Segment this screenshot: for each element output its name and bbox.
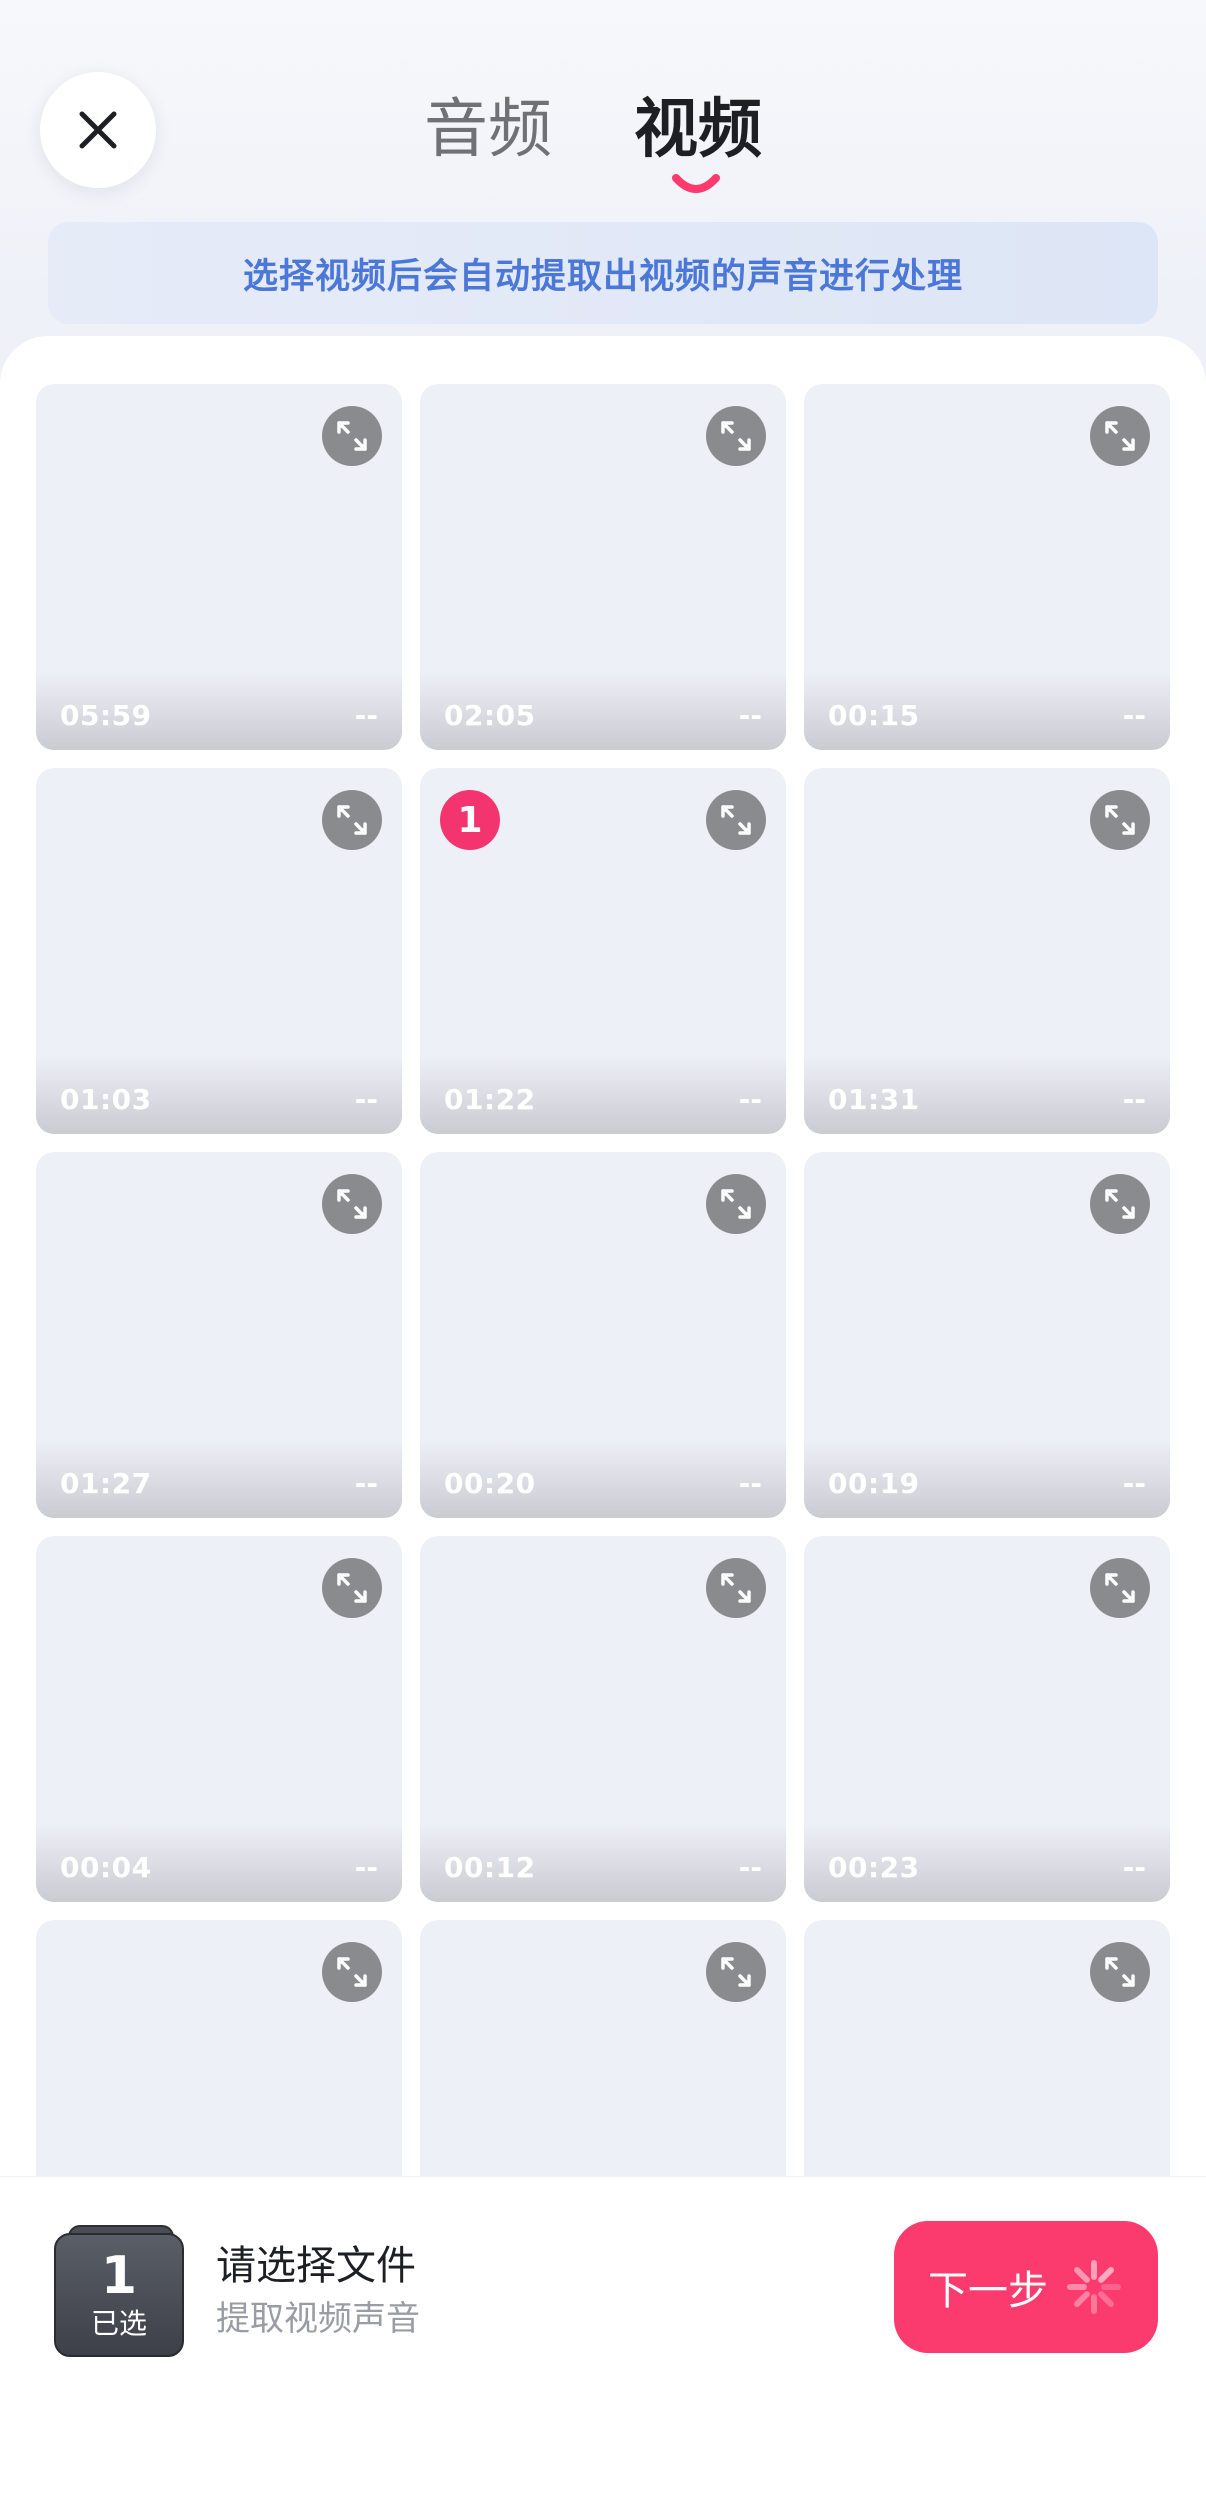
video-duration: 00:12 [444,1851,536,1884]
video-duration: 00:04 [60,1851,152,1884]
video-size: -- [1122,1083,1146,1116]
expand-preview-button[interactable] [322,790,382,850]
video-tile[interactable]: 00:12 -- [420,1536,786,1902]
video-grid-panel: 05:59 -- 02:05 -- 00:15 -- 01:03 -- 01:22 -- 1 01:3… [0,336,1206,2176]
hint-banner: 选择视频后会自动提取出视频的声音进行处理 [48,222,1158,324]
expand-icon [335,1187,369,1221]
expand-preview-button[interactable] [322,406,382,466]
expand-icon [335,1955,369,1989]
expand-icon [719,419,753,453]
expand-icon [1103,1571,1137,1605]
video-tile[interactable]: 00:15 -- [804,384,1170,750]
video-tile[interactable]: 05:59 -- [36,384,402,750]
video-tile[interactable]: 00:04 -- [36,1536,402,1902]
expand-icon [335,803,369,837]
expand-preview-button[interactable] [706,406,766,466]
video-tile[interactable] [804,1920,1170,2176]
video-size: -- [738,1467,762,1500]
video-tile[interactable]: 01:22 -- 1 [420,768,786,1134]
next-step-button[interactable]: 下一步 [894,2221,1158,2353]
tab-video[interactable]: 视频 [634,90,762,170]
video-tile[interactable] [36,1920,402,2176]
bottom-subtitle: 提取视频声音 [216,2299,420,2339]
video-size: -- [354,1083,378,1116]
video-size: -- [738,699,762,732]
video-size: -- [354,699,378,732]
expand-icon [719,1571,753,1605]
expand-icon [1103,419,1137,453]
expand-preview-button[interactable] [1090,1174,1150,1234]
video-tile[interactable]: 00:19 -- [804,1152,1170,1518]
video-duration: 00:15 [828,699,920,732]
video-tile[interactable]: 01:31 -- [804,768,1170,1134]
active-tab-indicator [672,174,720,193]
video-tile[interactable]: 02:05 -- [420,384,786,750]
video-duration: 01:31 [828,1083,920,1116]
selected-label: 已选 [90,2307,147,2340]
selected-count-box[interactable]: 1 已选 [54,2225,184,2357]
stack-front-card: 1 已选 [54,2233,184,2357]
video-tile[interactable] [420,1920,786,2176]
expand-icon [1103,1955,1137,1989]
video-duration: 00:23 [828,1851,920,1884]
bottom-title: 请选择文件 [216,2243,416,2289]
video-size: -- [354,1467,378,1500]
expand-icon [719,1955,753,1989]
video-size: -- [1122,1467,1146,1500]
expand-preview-button[interactable] [706,1174,766,1234]
video-duration: 01:03 [60,1083,152,1116]
video-tile[interactable]: 01:03 -- [36,768,402,1134]
expand-preview-button[interactable] [322,1942,382,2002]
expand-icon [1103,803,1137,837]
video-tile[interactable]: 00:23 -- [804,1536,1170,1902]
video-size: -- [1122,1851,1146,1884]
media-type-tabs: 音频 视频 [0,90,1206,200]
video-size: -- [738,1083,762,1116]
expand-preview-button[interactable] [322,1558,382,1618]
expand-icon [335,419,369,453]
loading-spinner-icon [1067,2260,1121,2314]
video-duration: 01:27 [60,1467,152,1500]
next-step-label: 下一步 [928,2268,1048,2314]
selection-badge[interactable]: 1 [440,790,500,850]
expand-icon [335,1571,369,1605]
video-size: -- [738,1851,762,1884]
video-tile[interactable]: 00:20 -- [420,1152,786,1518]
bottom-bar: 1 已选 请选择文件 提取视频声音 下一步 [0,2176,1206,2497]
selected-count: 1 [100,2246,138,2306]
video-size: -- [354,1851,378,1884]
expand-preview-button[interactable] [1090,1558,1150,1618]
expand-icon [719,1187,753,1221]
expand-preview-button[interactable] [1090,790,1150,850]
video-grid: 05:59 -- 02:05 -- 00:15 -- 01:03 -- 01:22 -- 1 01:3… [36,384,1170,2176]
expand-preview-button[interactable] [1090,1942,1150,2002]
video-duration: 01:22 [444,1083,536,1116]
expand-preview-button[interactable] [1090,406,1150,466]
expand-preview-button[interactable] [706,1558,766,1618]
video-duration: 00:19 [828,1467,920,1500]
video-tile[interactable]: 01:27 -- [36,1152,402,1518]
video-size: -- [1122,699,1146,732]
expand-preview-button[interactable] [706,790,766,850]
video-duration: 02:05 [444,699,536,732]
expand-preview-button[interactable] [706,1942,766,2002]
expand-preview-button[interactable] [322,1174,382,1234]
video-duration: 05:59 [60,699,152,732]
expand-icon [719,803,753,837]
expand-icon [1103,1187,1137,1221]
video-duration: 00:20 [444,1467,536,1500]
tab-audio[interactable]: 音频 [424,90,552,170]
